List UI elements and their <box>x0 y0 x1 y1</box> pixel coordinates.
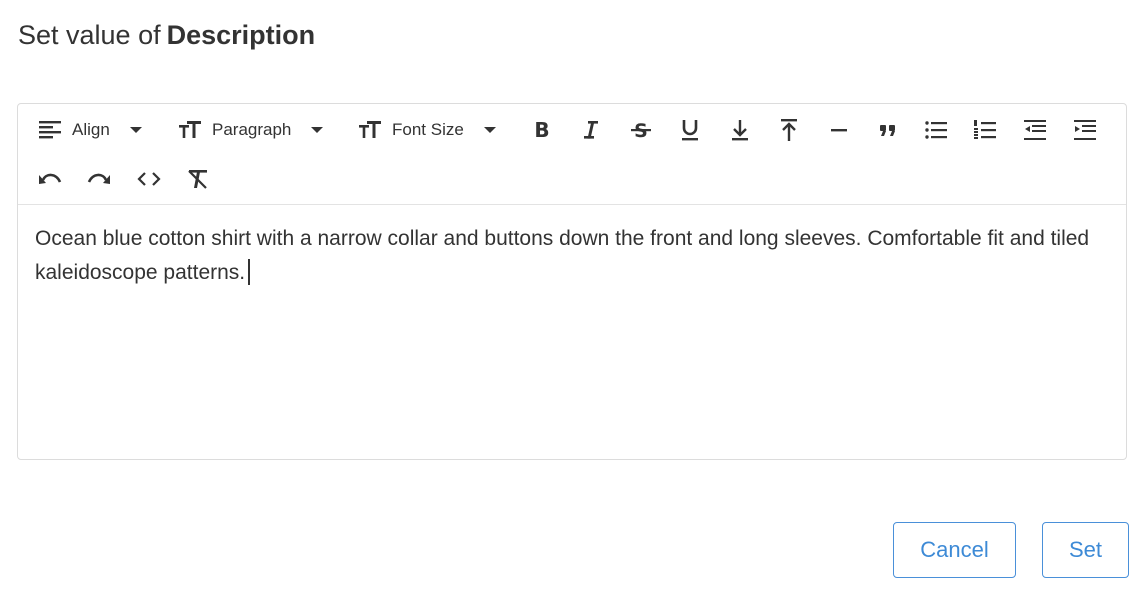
redo-icon <box>86 169 112 189</box>
text-size-icon <box>178 119 202 141</box>
font-size-dropdown[interactable]: Font Size <box>358 115 496 145</box>
cancel-button[interactable]: Cancel <box>893 522 1016 578</box>
set-button[interactable]: Set <box>1042 522 1129 578</box>
dialog-title-prefix: Set value of <box>18 20 161 50</box>
bullet-list-button[interactable] <box>923 115 949 145</box>
paragraph-dropdown-label: Paragraph <box>212 120 292 139</box>
clear-format-icon <box>185 168 211 190</box>
align-left-icon <box>38 119 62 141</box>
superscript-button[interactable] <box>776 115 802 145</box>
dialog-field-name: Description <box>166 20 316 50</box>
horizontal-rule-button[interactable] <box>826 115 852 145</box>
underline-icon <box>680 118 700 142</box>
editor-text: Ocean blue cotton shirt with a narrow co… <box>35 227 1090 284</box>
outdent-button[interactable] <box>1022 115 1048 145</box>
chevron-down-icon <box>483 127 496 133</box>
undo-button[interactable] <box>37 164 63 194</box>
chevron-down-icon <box>311 127 324 133</box>
editor-toolbar: Align Paragraph Font Size B S <box>18 104 1126 205</box>
clear-format-button[interactable] <box>185 164 211 194</box>
text-size-icon <box>358 119 382 141</box>
strikethrough-button[interactable]: S <box>628 115 654 145</box>
subscript-button[interactable] <box>727 115 753 145</box>
indent-button[interactable] <box>1072 115 1098 145</box>
italic-button[interactable] <box>578 115 604 145</box>
editor-content[interactable]: Ocean blue cotton shirt with a narrow co… <box>35 222 1115 290</box>
code-icon <box>136 169 162 189</box>
code-view-button[interactable] <box>136 164 162 194</box>
font-size-dropdown-label: Font Size <box>392 120 464 139</box>
align-dropdown-label: Align <box>72 120 110 139</box>
arrow-up-from-line-icon <box>779 118 799 142</box>
bold-icon: B <box>532 119 552 141</box>
paragraph-dropdown[interactable]: Paragraph <box>178 115 324 145</box>
outdent-icon <box>1023 119 1047 141</box>
rich-text-editor[interactable]: Align Paragraph Font Size B S Ocean blue… <box>17 103 1127 460</box>
text-cursor <box>248 259 251 285</box>
indent-icon <box>1073 119 1097 141</box>
chevron-down-icon <box>129 127 142 133</box>
numbered-list-button[interactable] <box>972 115 998 145</box>
redo-button[interactable] <box>86 164 112 194</box>
align-dropdown[interactable]: Align <box>38 115 142 145</box>
italic-icon <box>581 119 601 141</box>
quote-icon <box>878 119 898 141</box>
arrow-down-to-line-icon <box>730 118 750 142</box>
strikethrough-icon: S <box>630 119 652 141</box>
dialog-title: Set value of Description <box>18 18 315 52</box>
bold-button[interactable]: B <box>529 115 555 145</box>
svg-text:B: B <box>534 119 549 141</box>
blockquote-button[interactable] <box>875 115 901 145</box>
horizontal-rule-icon <box>829 119 849 141</box>
underline-button[interactable] <box>677 115 703 145</box>
bullet-list-icon <box>924 119 948 141</box>
numbered-list-icon <box>973 119 997 141</box>
undo-icon <box>37 169 63 189</box>
